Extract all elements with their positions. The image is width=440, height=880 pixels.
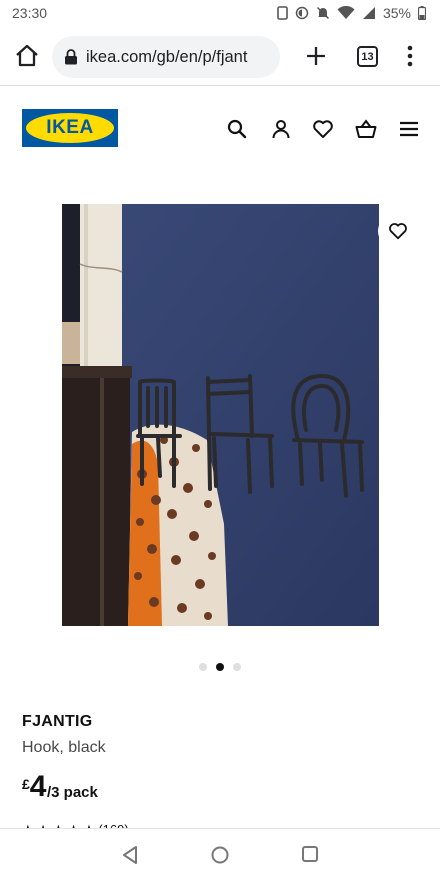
status-time: 23:30 [12,5,48,21]
screen-icon [277,6,288,20]
product-price: £ 4 /3 pack [22,772,98,802]
browser-toolbar: ikea.com/gb/en/p/fjant 13 [0,32,440,82]
product-name[interactable]: FJANTIG [22,713,93,731]
basket-icon[interactable] [355,118,377,140]
product-description: Hook, black [22,739,106,756]
logo-oval: IKEA [26,113,114,143]
site-header: IKEA [0,100,440,156]
system-nav-bar [0,828,440,880]
tab-count: 13 [361,50,374,63]
browser-divider [0,85,440,86]
wifi-icon [337,6,355,19]
price-unit: /3 pack [46,784,98,801]
battery-icon [418,6,426,20]
price-amount: 4 [29,770,47,803]
status-bar: 23:30 35% [0,0,440,26]
carousel-indicator [199,662,243,672]
favorite-button[interactable] [378,214,418,248]
tabs-icon[interactable]: 13 [357,46,378,67]
recents-icon[interactable] [301,845,319,863]
home-icon[interactable] [14,43,40,69]
product-image[interactable] [62,204,379,626]
carousel-dot-active[interactable] [216,663,224,671]
home-circle-icon[interactable] [210,845,230,865]
mute-icon [316,6,329,20]
battery-percent: 35% [382,5,411,21]
status-icons: 35% [277,5,426,21]
plus-icon[interactable] [304,44,328,68]
search-icon[interactable] [226,118,248,140]
account-icon[interactable] [270,118,292,140]
lock-icon [65,49,77,65]
price-currency: £ [22,776,30,792]
kebab-menu-icon[interactable] [400,44,420,68]
ikea-logo[interactable]: IKEA [22,109,118,147]
hamburger-menu-icon[interactable] [398,118,420,140]
logo-text: IKEA [46,117,94,138]
screen: 23:30 35% ikea.com/gb/en/p/fjant 13 IKEA… [0,0,440,880]
signal-icon [362,7,375,19]
back-icon[interactable] [121,845,139,865]
carousel-dot[interactable] [199,663,207,671]
do-not-disturb-icon [295,6,309,20]
heart-icon[interactable] [312,118,334,140]
heart-icon [389,223,407,240]
url-text: ikea.com/gb/en/p/fjant [86,47,248,66]
address-bar[interactable]: ikea.com/gb/en/p/fjant [52,36,280,78]
product-photo [62,204,379,626]
carousel-dot[interactable] [233,663,241,671]
